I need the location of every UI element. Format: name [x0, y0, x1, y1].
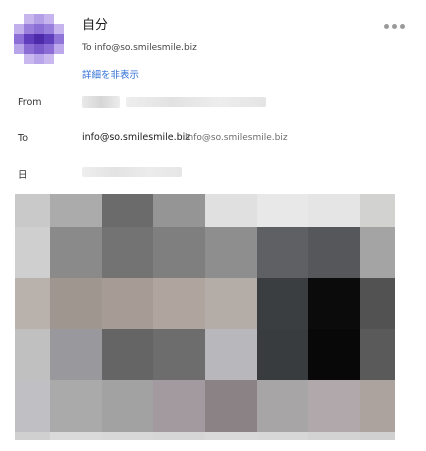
avatar-pixel [24, 14, 34, 24]
more-options-button[interactable] [384, 24, 405, 29]
image-mosaic-cell [360, 227, 395, 278]
avatar-pixel [24, 44, 34, 54]
image-mosaic-cell [153, 278, 205, 329]
image-mosaic-cell [153, 329, 205, 380]
image-mosaic-cell [153, 380, 205, 432]
image-mosaic-cell [205, 227, 257, 278]
image-mosaic-cell [102, 278, 153, 329]
hide-details-link[interactable]: 詳細を非表示 [82, 67, 139, 81]
image-mosaic-cell [308, 329, 360, 380]
image-mosaic-cell [15, 278, 50, 329]
avatar-pixel [24, 34, 34, 44]
from-address-redacted [126, 97, 266, 107]
image-mosaic-cell [50, 194, 102, 227]
image-mosaic-cell [205, 194, 257, 227]
image-mosaic-cell [360, 194, 395, 227]
image-mosaic-cell [50, 227, 102, 278]
image-mosaic-cell [360, 278, 395, 329]
avatar-pixel [34, 14, 44, 24]
image-mosaic-cell [257, 278, 308, 329]
avatar-pixel [34, 24, 44, 34]
image-mosaic-cell [50, 432, 102, 440]
image-mosaic-cell [153, 194, 205, 227]
image-mosaic-cell [50, 278, 102, 329]
avatar-pixel [34, 54, 44, 64]
sender-name: 自分 [82, 18, 109, 33]
image-mosaic-cell [257, 380, 308, 432]
image-mosaic-cell [153, 432, 205, 440]
avatar-pixel [44, 54, 54, 64]
image-mosaic-cell [205, 380, 257, 432]
image-mosaic-cell [205, 329, 257, 380]
avatar-pixel [44, 34, 54, 44]
avatar-pixel [14, 24, 24, 34]
date-label: 日 [18, 170, 28, 181]
avatar-pixel [54, 34, 64, 44]
avatar-pixel [44, 14, 54, 24]
avatar-pixel [24, 24, 34, 34]
image-mosaic-cell [257, 194, 308, 227]
image-mosaic-cell [15, 227, 50, 278]
image-mosaic-cell [50, 380, 102, 432]
image-mosaic-cell [50, 329, 102, 380]
more-horizontal-icon-dot [392, 24, 397, 29]
avatar-pixel [44, 44, 54, 54]
to-recipient-name[interactable]: info@so.smilesmile.biz [82, 132, 190, 143]
image-mosaic-cell [257, 432, 308, 440]
avatar-pixel [24, 54, 34, 64]
recipient-summary: To info@so.smilesmile.biz [82, 43, 197, 53]
image-mosaic-cell [308, 380, 360, 432]
image-mosaic-cell [360, 432, 395, 440]
avatar-pixel [44, 24, 54, 34]
image-mosaic-cell [102, 380, 153, 432]
avatar-pixel [54, 44, 64, 54]
avatar-pixel [14, 44, 24, 54]
from-label: From [18, 97, 42, 108]
image-mosaic-cell [15, 380, 50, 432]
image-mosaic-cell [257, 227, 308, 278]
image-mosaic-cell [308, 432, 360, 440]
image-mosaic-cell [308, 278, 360, 329]
image-mosaic-cell [15, 329, 50, 380]
avatar-pixel [54, 24, 64, 34]
avatar-pixel [34, 34, 44, 44]
avatar-pixel [14, 34, 24, 44]
image-mosaic-cell [360, 329, 395, 380]
image-mosaic-cell [308, 194, 360, 227]
image-mosaic-cell [15, 432, 50, 440]
image-mosaic-cell [308, 227, 360, 278]
image-mosaic-cell [205, 278, 257, 329]
avatar [14, 14, 64, 64]
more-horizontal-icon [384, 24, 389, 29]
image-mosaic-cell [360, 380, 395, 432]
image-mosaic-cell [102, 194, 153, 227]
image-mosaic-cell [102, 227, 153, 278]
image-mosaic-cell [153, 227, 205, 278]
image-mosaic-cell [102, 432, 153, 440]
image-mosaic-cell [15, 194, 50, 227]
avatar-pixel [34, 44, 44, 54]
image-mosaic-cell [205, 432, 257, 440]
to-label: To [18, 133, 29, 144]
more-horizontal-icon-dot [400, 24, 405, 29]
date-value-redacted [82, 167, 182, 177]
from-name-redacted [82, 96, 120, 108]
image-mosaic-cell [102, 329, 153, 380]
attachment-image[interactable] [15, 194, 395, 440]
image-mosaic-cell [257, 329, 308, 380]
to-recipient-address: info@so.smilesmile.biz [185, 133, 288, 143]
